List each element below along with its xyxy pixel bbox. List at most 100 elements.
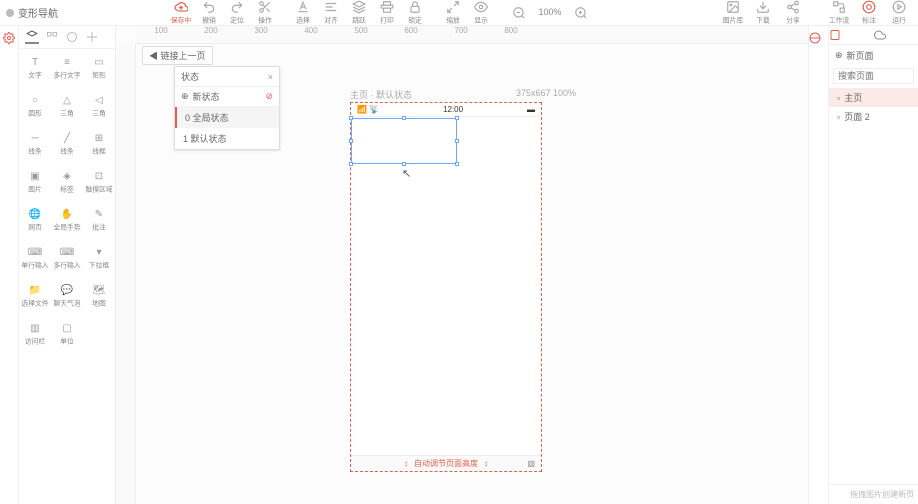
breadcrumb-link[interactable]: ◀ 链接上一页 (142, 46, 213, 65)
selected-widget[interactable]: ↖ (351, 118, 457, 164)
component-label: 网页 (28, 222, 42, 231)
component-聊天气泡[interactable]: 💬聊天气泡 (51, 277, 83, 315)
component-icon: ○ (27, 94, 43, 108)
component-icon: ✎ (91, 208, 107, 222)
component-触摸区域[interactable]: ⊡触摸区域 (83, 163, 115, 201)
component-单行输入[interactable]: ⌨单行输入 (19, 239, 51, 277)
component-文字[interactable]: T文字 (19, 49, 51, 87)
status-panel: 状态 × ⊕新状态⊘ 0 全局状态 1 默认状态 (174, 66, 280, 150)
component-icon: ✋ (59, 208, 75, 222)
artboard-dimensions: 375x667 100% (516, 88, 576, 98)
layers-icon (352, 0, 366, 14)
component-label: 多行文字 (53, 70, 80, 79)
zoom-button[interactable]: 缩放 (440, 0, 466, 26)
undo-button[interactable]: 撤销 (196, 0, 222, 26)
component-label: 线条 (60, 146, 74, 155)
component-icon: ◁ (91, 94, 107, 108)
component-网页[interactable]: 🌐网页 (19, 201, 51, 239)
lock-button[interactable]: 锁定 (402, 0, 428, 26)
align-button[interactable]: 对齐 (318, 0, 344, 26)
component-线条[interactable]: ╱线条 (51, 125, 83, 163)
artboard-footer[interactable]: ↕ 自动调节页面高度 ↕ ▧ (351, 455, 541, 471)
redo-button[interactable]: 定位 (224, 0, 250, 26)
component-label: 访问栏 (25, 336, 45, 345)
canvas[interactable]: 100200300400500600700800 ◀ 链接上一页 状态 × ⊕新状… (116, 26, 808, 504)
printer-icon (380, 0, 394, 14)
component-标签[interactable]: ◈标签 (51, 163, 83, 201)
run-button[interactable]: 运行 (886, 0, 912, 26)
status-panel-title: 状态 (181, 70, 199, 83)
tab-cloud[interactable] (874, 26, 918, 44)
component-线条[interactable]: ─线条 (19, 125, 51, 163)
close-icon[interactable]: × (268, 72, 273, 82)
component-多行文字[interactable]: ≡多行文字 (51, 49, 83, 87)
component-访问栏[interactable]: ▥访问栏 (19, 315, 51, 353)
component-icon: ⊞ (91, 132, 107, 146)
new-page-button[interactable]: ⊕新页面 (829, 45, 918, 66)
eye-icon (474, 0, 488, 14)
artboard[interactable]: 📶 📡 12:00 ▬ ↖ ↕ 自动调节页面高度 ↕ ▧ (350, 102, 542, 472)
status-row[interactable]: 0 全局状态 (175, 107, 279, 128)
component-单位[interactable]: ▢单位 (51, 315, 83, 353)
ruler-horizontal: 100200300400500600700800 (136, 26, 808, 44)
print-button[interactable]: 打印 (374, 0, 400, 26)
component-icon: ⌨ (27, 246, 43, 260)
component-icon: 💬 (59, 284, 75, 298)
component-线框[interactable]: ⊞线框 (83, 125, 115, 163)
component-地图[interactable]: 🗺地图 (83, 277, 115, 315)
component-图片[interactable]: ▣图片 (19, 163, 51, 201)
share-button[interactable]: 分享 (780, 0, 806, 26)
arrange-button[interactable]: 跳跃 (346, 0, 372, 26)
zoom-value[interactable]: 100% (534, 6, 566, 20)
undo-icon (202, 0, 216, 14)
ruler-vertical (116, 44, 136, 504)
workflow-icon (832, 0, 846, 14)
save-button[interactable]: 保存中 (168, 0, 194, 26)
zoom-out-button[interactable] (506, 6, 532, 20)
component-批注[interactable]: ✎批注 (83, 201, 115, 239)
action-button[interactable]: 操作 (252, 0, 278, 26)
tab-pages[interactable] (829, 26, 874, 44)
tab-masters[interactable] (65, 30, 79, 44)
page-item[interactable]: ▫页面 2 (829, 107, 918, 126)
component-label: 地图 (92, 298, 106, 307)
page-item[interactable]: ▫主页 (829, 88, 918, 107)
left-panel: T文字≡多行文字▭矩形○圆形△三角◁三角─线条╱线条⊞线框▣图片◈标签⊡触摸区域… (0, 26, 116, 504)
display-button[interactable]: 显示 (468, 0, 494, 26)
status-row[interactable]: 1 默认状态 (175, 128, 279, 149)
app-title: 变形导航 (6, 5, 58, 20)
component-选择文件[interactable]: 📁选择文件 (19, 277, 51, 315)
download-button[interactable]: 下载 (750, 0, 776, 26)
component-icon: ⌨ (59, 246, 75, 260)
component-icon: T (27, 56, 43, 70)
component-icon: ◈ (59, 170, 75, 184)
gear-icon[interactable] (3, 32, 15, 44)
picture-icon[interactable]: ▧ (527, 459, 535, 468)
font-button[interactable]: 选择 (290, 0, 316, 26)
component-label: 线条 (28, 146, 42, 155)
target-icon (862, 0, 876, 14)
component-label: 圆形 (28, 108, 42, 117)
tab-widgets[interactable] (25, 30, 39, 44)
page-icon: ▫ (837, 93, 840, 103)
image-lib-button[interactable]: 图片库 (720, 0, 746, 26)
component-icon: ▢ (59, 322, 75, 336)
zoom-in-button[interactable] (568, 6, 594, 20)
component-label: 单位 (60, 336, 74, 345)
component-下拉框[interactable]: ▾下拉框 (83, 239, 115, 277)
component-全局手势[interactable]: ✋全局手势 (51, 201, 83, 239)
tab-components[interactable] (45, 30, 59, 44)
component-三角[interactable]: ◁三角 (83, 87, 115, 125)
link-icon[interactable] (809, 32, 828, 44)
component-矩形[interactable]: ▭矩形 (83, 49, 115, 87)
component-三角[interactable]: △三角 (51, 87, 83, 125)
cursor-icon: ↖ (402, 167, 411, 180)
new-status-button[interactable]: ⊕新状态⊘ (175, 87, 279, 107)
component-圆形[interactable]: ○圆形 (19, 87, 51, 125)
workflow-button[interactable]: 工作流 (826, 0, 852, 26)
component-多行输入[interactable]: ⌨多行输入 (51, 239, 83, 277)
annotate-button[interactable]: 标注 (856, 0, 882, 26)
tab-icons[interactable] (85, 30, 99, 44)
lock-icon (408, 0, 422, 14)
search-input[interactable] (833, 68, 914, 84)
